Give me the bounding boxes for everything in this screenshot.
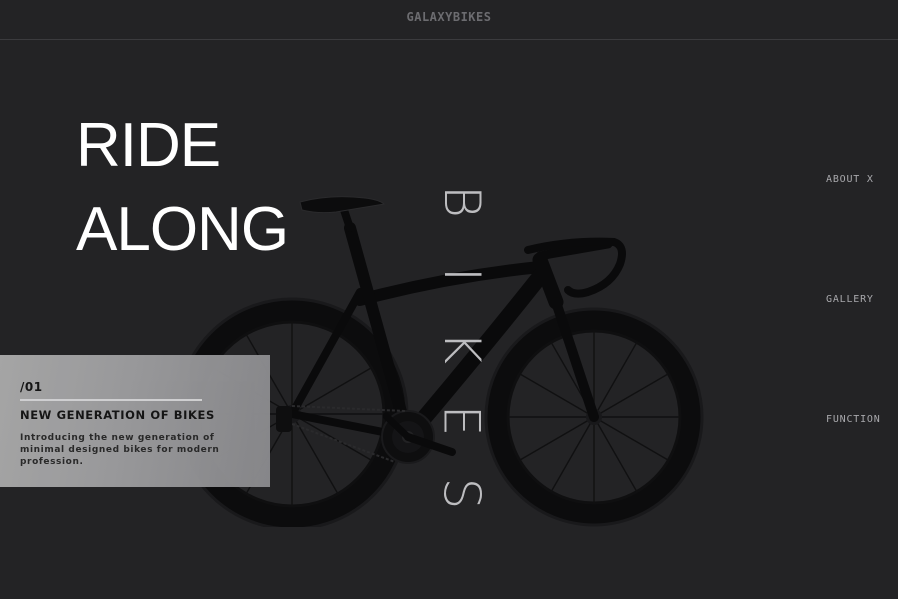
nav-item-about[interactable]: ABOUT X <box>826 174 874 185</box>
nav-item-function[interactable]: FUNCTION <box>826 414 881 425</box>
vertical-letter: I <box>432 267 491 282</box>
headline-line-1: RIDE <box>76 111 221 180</box>
vertical-letter: K <box>432 331 491 364</box>
top-bar: GALAXYBIKES <box>0 0 898 40</box>
card-index: /01 <box>20 380 43 394</box>
vertical-letter: E <box>432 404 491 437</box>
card-title: NEW GENERATION OF BIKES <box>20 408 215 422</box>
vertical-letter: S <box>432 477 491 510</box>
nav-item-gallery[interactable]: GALLERY <box>826 294 874 305</box>
feature-card[interactable]: /01 NEW GENERATION OF BIKES Introducing … <box>0 355 270 487</box>
brand-logo[interactable]: GALAXYBIKES <box>0 10 898 24</box>
vertical-bikes-word: B I K E S <box>420 165 490 530</box>
card-description: Introducing the new generation of minima… <box>20 433 220 467</box>
hero-headline: RIDE ALONG <box>76 104 289 272</box>
vertical-letter: B <box>432 185 491 218</box>
card-divider <box>20 399 202 401</box>
saddle <box>299 196 386 214</box>
headline-line-2: ALONG <box>76 195 289 264</box>
